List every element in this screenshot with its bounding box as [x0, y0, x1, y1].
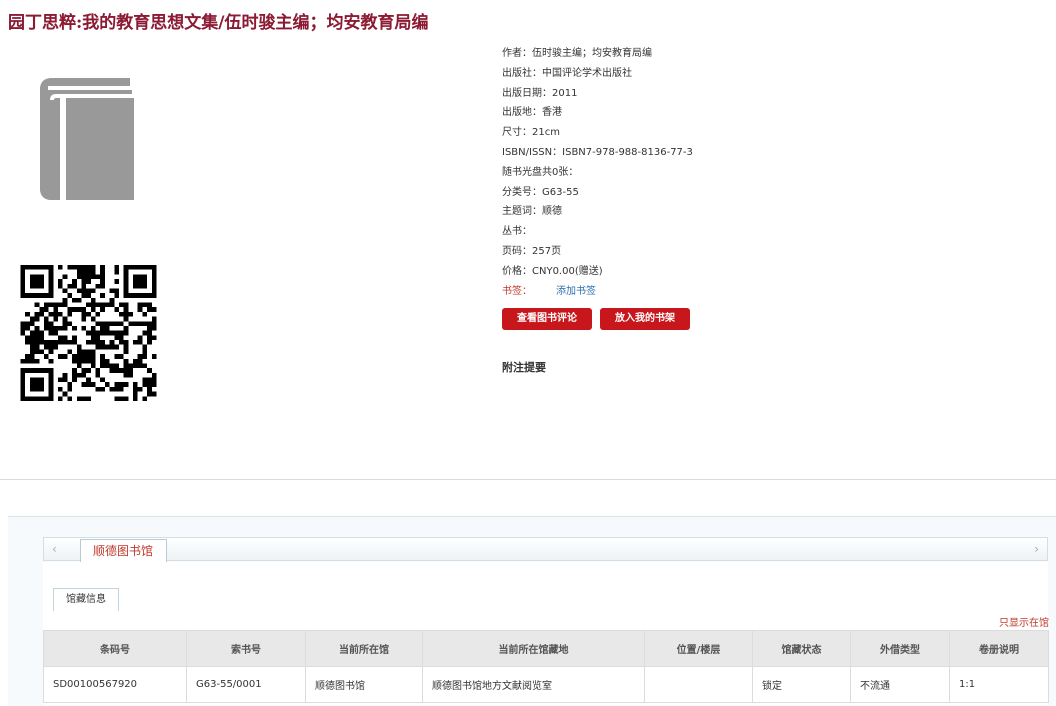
page-title: 园丁思粹:我的教育思想文集/伍时骏主编；均安教育局编 [8, 13, 429, 33]
detail-value: 顺德 [542, 206, 562, 218]
table-cell: 1:1 [949, 666, 1049, 703]
column-header[interactable]: 外借类型 [850, 630, 950, 667]
column-header[interactable]: 索书号 [186, 630, 306, 667]
column-header[interactable]: 当前所在馆 [305, 630, 423, 667]
detail-row: 丛书： [502, 222, 693, 242]
bookmark-row: 书签： 添加书签 [502, 282, 693, 302]
detail-value: 中国评论学术出版社 [542, 67, 632, 79]
detail-label: 出版地： [502, 107, 542, 119]
chevron-right-icon[interactable]: › [1034, 542, 1039, 556]
table-cell: 顺德图书馆 [305, 666, 423, 703]
table-cell: SD00100567920 [43, 666, 187, 703]
table-cell: 不流通 [850, 666, 950, 703]
book-icon [38, 76, 140, 202]
column-header[interactable]: 卷册说明 [949, 630, 1049, 667]
qr-code-icon [20, 265, 157, 401]
detail-label: 主题词： [502, 206, 542, 218]
detail-row: ISBN/ISSN：ISBN7-978-988-8136-77-3 [502, 143, 693, 163]
detail-value: 257页 [532, 245, 562, 257]
detail-row: 分类号：G63-55 [502, 183, 693, 203]
detail-value: 21cm [532, 127, 560, 139]
column-header[interactable]: 当前所在馆藏地 [422, 630, 645, 667]
add-to-shelf-button[interactable]: 放入我的书架 [600, 308, 690, 330]
show-available-only-link[interactable]: 只显示在馆 [999, 614, 1049, 629]
detail-label: 尺寸： [502, 127, 532, 139]
column-header[interactable]: 条码号 [43, 630, 187, 667]
detail-label: ISBN/ISSN： [502, 146, 563, 158]
detail-label: 出版社： [502, 67, 542, 79]
detail-row: 页码：257页 [502, 242, 693, 262]
detail-value: 2011 [552, 87, 578, 99]
detail-label: 页码： [502, 245, 532, 257]
detail-value: ISBN7-978-988-8136-77-3 [562, 146, 693, 158]
table-cell: 顺德图书馆地方文献阅览室 [422, 666, 645, 703]
detail-row: 出版社：中国评论学术出版社 [502, 64, 693, 84]
tab-library[interactable]: 顺德图书馆 [80, 539, 167, 562]
detail-row: 出版日期：2011 [502, 84, 693, 104]
abstract-heading: 附注提要 [502, 361, 546, 374]
table-header-row: 条码号 索书号 当前所在馆 当前所在馆藏地 位置/楼层 馆藏状态 外借类型 卷册说明 [43, 630, 1049, 667]
holdings-table: 条码号 索书号 当前所在馆 当前所在馆藏地 位置/楼层 馆藏状态 外借类型 卷册说明 SD00… [43, 630, 1049, 703]
table-row: SD00100567920 G63-55/0001 顺德图书馆 顺德图书馆地方文献阅览… [43, 666, 1049, 703]
detail-value: 香港 [542, 107, 562, 119]
table-cell: G63-55/0001 [186, 666, 306, 703]
detail-row: 价格：CNY0.00(赠送) [502, 262, 693, 282]
add-bookmark-link[interactable]: 添加书签 [556, 286, 596, 297]
detail-label: 分类号： [502, 186, 542, 198]
detail-label: 随书光盘共0张： [502, 166, 579, 178]
detail-row: 尺寸：21cm [502, 123, 693, 143]
detail-label: 作者： [502, 48, 532, 59]
detail-label: 丛书： [502, 226, 532, 238]
detail-label: 价格： [502, 265, 532, 277]
chevron-left-icon[interactable]: ‹ [52, 542, 57, 556]
detail-row: 出版地：香港 [502, 103, 693, 123]
table-cell [644, 666, 753, 703]
view-reviews-button[interactable]: 查看图书评论 [502, 308, 592, 330]
detail-value: G63-55 [542, 186, 579, 198]
detail-row: 主题词：顺德 [502, 202, 693, 222]
library-tab-bar: ‹ › [43, 537, 1048, 561]
column-header[interactable]: 位置/楼层 [644, 630, 753, 667]
tab-holdings-info[interactable]: 馆藏信息 [53, 588, 119, 611]
divider [0, 479, 1056, 480]
table-cell: 锁定 [752, 666, 851, 703]
column-header[interactable]: 馆藏状态 [752, 630, 851, 667]
detail-value: 伍时骏主编；均安教育局编 [532, 48, 652, 59]
detail-row: 随书光盘共0张： [502, 163, 693, 183]
detail-value: CNY0.00(赠送) [532, 265, 603, 277]
bookmark-label: 书签： [502, 285, 532, 297]
detail-row: 作者：伍时骏主编；均安教育局编 [502, 44, 693, 64]
book-details: 作者：伍时骏主编；均安教育局编 出版社：中国评论学术出版社 出版日期：2011 出版地… [502, 44, 693, 301]
detail-label: 出版日期： [502, 87, 552, 99]
